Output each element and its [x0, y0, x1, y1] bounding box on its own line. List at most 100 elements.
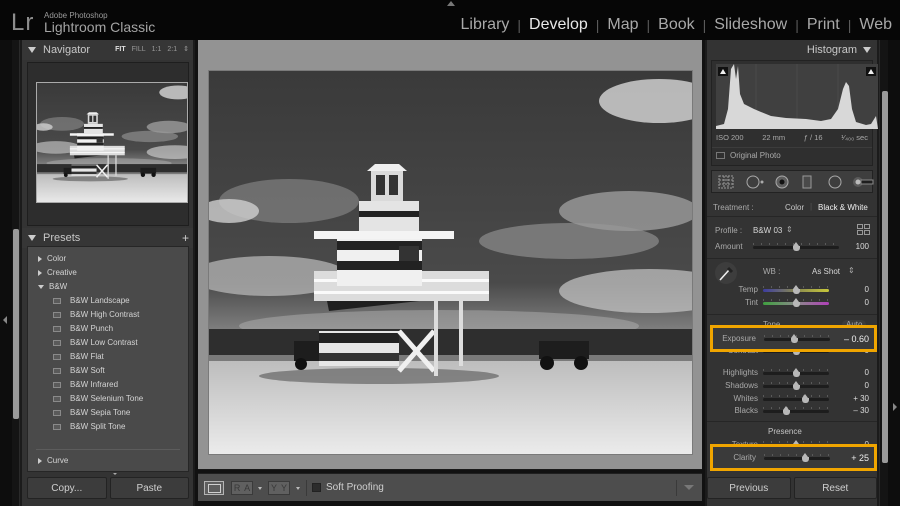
zoom-2-1[interactable]: 2:1 — [167, 46, 177, 53]
paste-button[interactable]: Paste — [109, 477, 189, 499]
amount-slider-thumb[interactable] — [792, 242, 800, 251]
exposure-slider-thumb[interactable] — [790, 334, 798, 343]
left-panel-scrollbar[interactable] — [12, 40, 20, 506]
soft-proofing-checkbox[interactable] — [312, 483, 321, 492]
blacks-slider-thumb[interactable] — [782, 406, 790, 415]
module-map[interactable]: Map — [607, 16, 638, 34]
main-photo[interactable] — [208, 70, 693, 455]
preset-item[interactable]: B&W Low Contrast — [53, 338, 138, 347]
add-preset-icon[interactable]: + — [182, 231, 189, 245]
spot-removal-icon[interactable] — [745, 175, 765, 189]
collapse-top-panel-icon[interactable] — [447, 1, 455, 6]
temp-value[interactable]: 0 — [865, 285, 869, 294]
whites-slider[interactable] — [763, 394, 829, 403]
loupe-view-button[interactable] — [204, 481, 224, 495]
collapse-triangle-icon[interactable] — [863, 47, 871, 53]
preset-item[interactable]: B&W Sepia Tone — [53, 408, 130, 417]
previous-button[interactable]: Previous — [707, 477, 791, 499]
preset-item[interactable]: B&W Landscape — [53, 296, 130, 305]
highlight-clipping-indicator[interactable] — [866, 67, 876, 76]
collapse-triangle-icon[interactable] — [28, 47, 36, 53]
exposure-value[interactable]: – 0.60 — [844, 334, 869, 344]
zoom-fit[interactable]: FIT — [115, 46, 126, 53]
treatment-bw-option[interactable]: Black & White — [818, 203, 868, 212]
module-slideshow[interactable]: Slideshow — [714, 16, 787, 34]
preset-folder-creative[interactable]: Creative — [38, 268, 77, 277]
collapse-triangle-icon[interactable] — [28, 235, 36, 241]
zoom-1-1[interactable]: 1:1 — [152, 46, 162, 53]
radial-filter-icon[interactable] — [827, 175, 843, 189]
preset-item[interactable]: B&W Selenium Tone — [53, 394, 143, 403]
tint-slider-thumb[interactable] — [792, 298, 800, 307]
before-after-left-right-button[interactable]: R A — [231, 481, 253, 495]
zoom-stepper-icon[interactable]: ⇕ — [183, 45, 189, 53]
blacks-value[interactable]: – 30 — [853, 406, 869, 415]
clarity-slider-thumb[interactable] — [801, 453, 809, 462]
amount-value[interactable]: 100 — [856, 242, 869, 251]
preset-folder-bw[interactable]: B&W — [38, 282, 67, 291]
preset-folder-curve[interactable]: Curve — [38, 456, 68, 465]
left-scrollbar-thumb[interactable] — [13, 229, 19, 419]
navigator-header[interactable]: Navigator FIT FILL 1:1 2:1 ⇕ — [22, 40, 193, 60]
reset-button[interactable]: Reset — [793, 477, 877, 499]
toolbar-menu-icon[interactable] — [684, 485, 694, 490]
preset-item[interactable]: B&W Flat — [53, 352, 104, 361]
preset-item[interactable]: B&W Punch — [53, 324, 113, 333]
highlights-slider-thumb[interactable] — [792, 368, 800, 377]
histogram-header[interactable]: Histogram — [707, 40, 877, 60]
right-scrollbar-thumb[interactable] — [882, 91, 888, 463]
module-develop[interactable]: Develop — [529, 16, 588, 34]
module-print[interactable]: Print — [807, 16, 840, 34]
right-panel-scrollbar[interactable] — [879, 40, 888, 506]
tint-value[interactable]: 0 — [865, 298, 869, 307]
before-after-swap-button[interactable]: Y Y — [268, 481, 290, 495]
highlights-slider[interactable] — [763, 368, 829, 377]
swap-dropdown-icon[interactable] — [296, 487, 300, 490]
zoom-fill[interactable]: FILL — [132, 46, 146, 53]
presets-header[interactable]: Presets + — [22, 228, 193, 248]
clarity-slider[interactable] — [764, 453, 830, 462]
profile-stepper-icon[interactable]: ⇕ — [786, 225, 793, 234]
whites-value[interactable]: + 30 — [853, 394, 869, 403]
module-book[interactable]: Book — [658, 16, 694, 34]
adjustment-brush-icon[interactable] — [852, 175, 874, 189]
treatment-color-option[interactable]: Color — [785, 203, 804, 212]
exposure-slider[interactable] — [764, 334, 830, 343]
temp-slider[interactable] — [763, 285, 829, 294]
copy-button[interactable]: Copy... — [27, 477, 107, 499]
wb-stepper-icon[interactable]: ⇕ — [848, 266, 855, 275]
preset-item[interactable]: B&W Soft — [53, 366, 105, 375]
wb-value[interactable]: As Shot — [812, 267, 840, 276]
navigator-thumbnail[interactable] — [36, 82, 188, 203]
red-eye-icon[interactable] — [774, 175, 790, 189]
blacks-slider[interactable] — [763, 406, 829, 415]
shadow-clipping-indicator[interactable] — [718, 67, 728, 76]
histogram-graph[interactable] — [716, 64, 878, 129]
amount-slider[interactable] — [753, 242, 839, 251]
profile-value[interactable]: B&W 03 — [753, 226, 782, 235]
preset-item[interactable]: B&W Infrared — [53, 380, 118, 389]
collapse-left-panel-icon[interactable] — [3, 316, 7, 324]
preset-folder-grain[interactable]: Grain — [38, 470, 67, 471]
wb-eyedropper-icon[interactable] — [715, 262, 737, 284]
preset-item[interactable]: B&W High Contrast — [53, 310, 139, 319]
clarity-value[interactable]: + 25 — [851, 453, 869, 463]
original-photo-checkbox[interactable] — [716, 152, 725, 159]
crop-overlay-icon[interactable] — [718, 175, 734, 189]
module-library[interactable]: Library — [461, 16, 510, 34]
original-photo-toggle[interactable]: Original Photo — [716, 151, 781, 160]
preset-item[interactable]: B&W Split Tone — [53, 422, 125, 431]
highlights-value[interactable]: 0 — [865, 368, 869, 377]
shadows-slider[interactable] — [763, 381, 829, 390]
module-web[interactable]: Web — [859, 16, 892, 34]
shadows-value[interactable]: 0 — [865, 381, 869, 390]
profile-browser-icon[interactable] — [857, 224, 871, 236]
shadows-slider-thumb[interactable] — [792, 381, 800, 390]
collapse-right-panel-icon[interactable] — [893, 403, 897, 411]
whites-slider-thumb[interactable] — [802, 394, 810, 403]
before-after-dropdown-icon[interactable] — [258, 487, 262, 490]
temp-slider-thumb[interactable] — [792, 285, 800, 294]
preset-folder-color[interactable]: Color — [38, 254, 66, 263]
tint-slider[interactable] — [763, 298, 829, 307]
graduated-filter-icon[interactable] — [802, 175, 812, 189]
